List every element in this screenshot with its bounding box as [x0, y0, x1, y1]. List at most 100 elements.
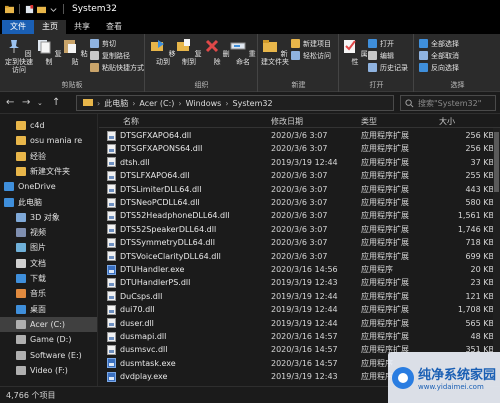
quick-access-toolbar: [0, 4, 66, 14]
copy-to-button[interactable]: 复制到: [176, 38, 202, 66]
column-header-size[interactable]: 大小: [439, 116, 455, 127]
nav-item[interactable]: Software (E:): [0, 348, 97, 363]
tab-file[interactable]: 文件: [2, 20, 34, 34]
file-row[interactable]: DTS52HeadphoneDLL64.dll 2020/3/6 3:07 应用程序…: [99, 209, 500, 222]
column-header-name[interactable]: 名称: [123, 116, 139, 127]
pin-to-quick-access-button[interactable]: 固定到快速访问: [4, 38, 34, 74]
select-all-button[interactable]: 全部选择: [419, 38, 459, 49]
nav-item[interactable]: Video (F:): [0, 363, 97, 378]
paste-shortcut-icon: [90, 63, 99, 72]
file-row[interactable]: DTSLimiterDLL64.dll 2020/3/6 3:07 应用程序扩展 44…: [99, 183, 500, 196]
file-date: 2019/3/19 12:43: [271, 278, 338, 288]
file-row[interactable]: DTUHandlerPS.dll 2019/3/19 12:43 应用程序扩展 23 …: [99, 276, 500, 289]
paste-button[interactable]: 粘贴: [62, 38, 88, 66]
navigation-pane: c4d osu mania re 经验 新建文件夹 OneDrive 此电脑 3D 对象 视频…: [0, 114, 98, 386]
delete-button[interactable]: 删除: [204, 38, 230, 66]
file-row[interactable]: DTSGFXAPONS64.dll 2020/3/6 3:07 应用程序扩展 256 …: [99, 142, 500, 155]
file-row[interactable]: DTSNeoPCDLL64.dll 2020/3/6 3:07 应用程序扩展 580 …: [99, 196, 500, 209]
history-label: 历史记录: [380, 63, 408, 72]
scrollbar-thumb[interactable]: [494, 132, 499, 192]
tab-view[interactable]: 查看: [98, 20, 130, 34]
easy-access-button[interactable]: 轻松访问: [291, 50, 331, 61]
forward-arrow-icon[interactable]: →: [22, 97, 30, 108]
back-arrow-icon[interactable]: ←: [6, 97, 14, 108]
column-header-type[interactable]: 类型: [361, 116, 377, 127]
nav-item[interactable]: 图片: [0, 240, 97, 255]
open-group: 属性 打开 编辑 历史记录 打开: [340, 34, 414, 92]
file-row[interactable]: dtsh.dll 2019/3/19 12:44 应用程序扩展 37 KB: [99, 156, 500, 169]
tab-home[interactable]: 主页: [34, 20, 66, 34]
file-row[interactable]: DTSSymmetryDLL64.dll 2020/3/6 3:07 应用程序扩展 7…: [99, 236, 500, 249]
breadcrumb-windows[interactable]: Windows: [186, 99, 222, 108]
address-bar[interactable]: › 此电脑 › Acer (C:) › Windows › System32: [76, 95, 394, 111]
properties-icon: [344, 40, 357, 53]
file-row[interactable]: DTS52SpeakerDLL64.dll 2020/3/6 3:07 应用程序扩展…: [99, 223, 500, 236]
tab-share[interactable]: 共享: [66, 20, 98, 34]
select-group: 全部选择 全部取消 反向选择 选择: [415, 34, 500, 92]
nav-item[interactable]: 文档: [0, 256, 97, 271]
nav-item[interactable]: 桌面: [0, 302, 97, 317]
chevron-down-icon[interactable]: [49, 5, 58, 14]
nav-item[interactable]: 此电脑: [0, 195, 97, 210]
file-name-cell: DTSLimiterDLL64.dll: [107, 184, 202, 195]
select-none-button[interactable]: 全部取消: [419, 50, 459, 61]
file-type: 应用程序扩展: [361, 238, 409, 248]
breadcrumb-system32[interactable]: System32: [233, 99, 273, 108]
copy-button[interactable]: 复制: [36, 38, 62, 66]
nav-item[interactable]: 下载: [0, 271, 97, 286]
file-row[interactable]: DuCsps.dll 2019/3/19 12:44 应用程序扩展 121 KB: [99, 290, 500, 303]
nav-item[interactable]: 视频: [0, 225, 97, 240]
rename-button[interactable]: 重命名: [230, 38, 256, 66]
up-arrow-icon[interactable]: ↑: [52, 97, 60, 108]
file-type: 应用程序扩展: [361, 291, 409, 301]
nav-item[interactable]: 音乐: [0, 286, 97, 301]
nav-item[interactable]: 经验: [0, 149, 97, 164]
nav-item[interactable]: Game (D:): [0, 332, 97, 347]
folder-icon: [16, 151, 26, 161]
file-row[interactable]: DTSGFXAPO64.dll 2020/3/6 3:07 应用程序扩展 256 KB: [99, 129, 500, 142]
column-header-date[interactable]: 修改日期: [271, 116, 303, 127]
breadcrumb-drive[interactable]: Acer (C:): [139, 99, 174, 108]
cut-button[interactable]: 剪切: [90, 38, 116, 49]
open-button[interactable]: 打开: [368, 38, 394, 49]
file-row[interactable]: DTSVoiceClarityDLL64.dll 2020/3/6 3:07 应用程…: [99, 250, 500, 263]
nav-item[interactable]: osu mania re: [0, 133, 97, 148]
file-row[interactable]: dusmapi.dll 2020/3/16 14:57 应用程序扩展 48 KB: [99, 330, 500, 343]
file-size: 23 KB: [470, 278, 494, 288]
nav-item[interactable]: OneDrive: [0, 179, 97, 194]
recent-locations-chevron-icon[interactable]: ⌄: [37, 99, 43, 107]
nav-item[interactable]: Acer (C:): [0, 316, 97, 332]
music-icon: [16, 289, 26, 299]
history-button[interactable]: 历史记录: [368, 62, 408, 73]
file-row[interactable]: duser.dll 2019/3/19 12:44 应用程序扩展 565 KB: [99, 317, 500, 330]
watermark-title: 纯净系统家园: [418, 368, 497, 383]
search-input[interactable]: 搜索"System32": [400, 95, 496, 111]
invert-selection-button[interactable]: 反向选择: [419, 62, 459, 73]
edit-button[interactable]: 编辑: [368, 50, 394, 61]
breadcrumb-this-pc[interactable]: 此电脑: [104, 98, 128, 109]
copy-path-button[interactable]: 复制路径: [90, 50, 130, 61]
cut-label: 剪切: [102, 39, 116, 48]
video-icon: [16, 228, 26, 238]
nav-item[interactable]: 新建文件夹: [0, 164, 97, 179]
new-folder-icon[interactable]: [37, 5, 46, 14]
properties-button[interactable]: 属性: [342, 38, 368, 66]
file-row[interactable]: DTUHandler.exe 2020/3/16 14:56 应用程序 20 KB: [99, 263, 500, 276]
file-row[interactable]: dui70.dll 2019/3/19 12:44 应用程序扩展 1,708 KB: [99, 303, 500, 316]
file-name: DuCsps.dll: [120, 291, 163, 301]
file-row[interactable]: DTSLFXAPO64.dll 2020/3/6 3:07 应用程序扩展 255 KB: [99, 169, 500, 182]
nav-item[interactable]: 3D 对象: [0, 210, 97, 225]
paste-shortcut-button[interactable]: 粘贴快捷方式: [90, 62, 144, 73]
new-item-button[interactable]: 新建项目: [291, 38, 331, 49]
computer-icon: [4, 197, 14, 207]
properties-icon[interactable]: [25, 4, 34, 14]
move-to-button[interactable]: 移动到: [150, 38, 176, 66]
vertical-scrollbar[interactable]: [493, 128, 500, 386]
select-none-icon: [419, 51, 428, 60]
new-folder-button[interactable]: 新建文件夹: [261, 38, 289, 66]
file-name: dusmsvc.dll: [120, 345, 168, 355]
nav-item[interactable]: c4d: [0, 118, 97, 133]
file-name: dusmtask.exe: [120, 358, 176, 368]
file-type: 应用程序扩展: [361, 305, 409, 315]
copy-icon: [38, 40, 51, 54]
